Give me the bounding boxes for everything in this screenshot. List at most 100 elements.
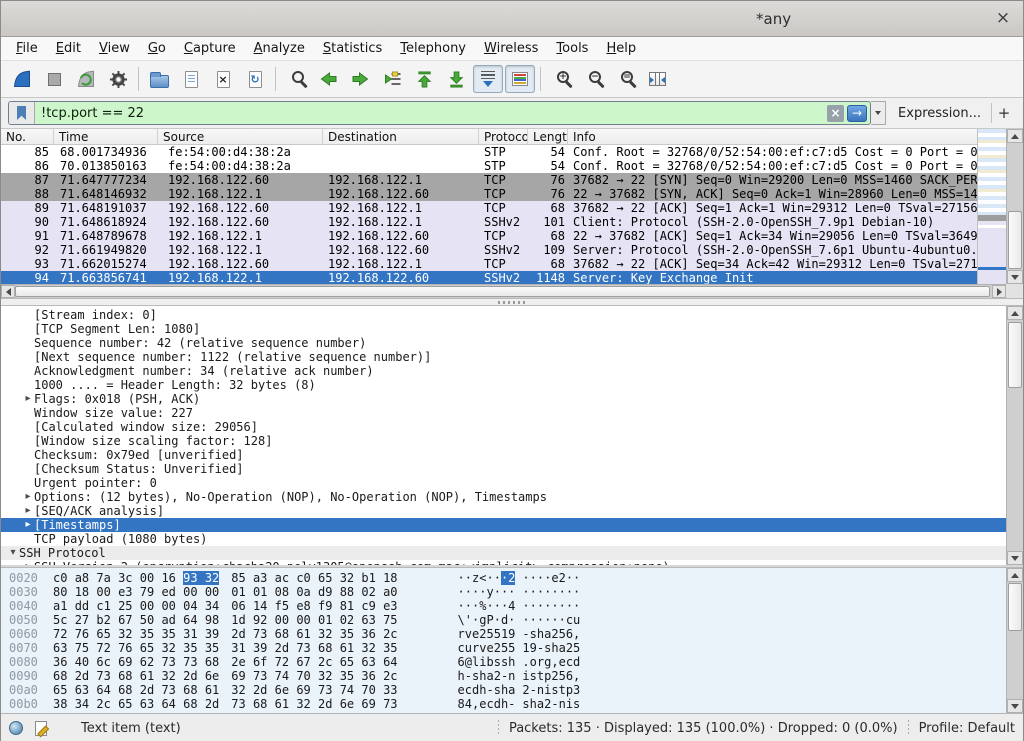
go-last-packet-button[interactable] [441, 65, 471, 93]
packet-list-minimap[interactable] [977, 129, 1006, 284]
column-header-protocol[interactable]: Protocol [479, 129, 528, 144]
detail-line[interactable]: Acknowledgment number: 34 (relative ack … [1, 364, 1006, 378]
scroll-up-icon[interactable] [1007, 306, 1023, 320]
detail-vscrollbar[interactable] [1006, 306, 1023, 565]
go-first-packet-button[interactable] [409, 65, 439, 93]
reload-file-button[interactable]: ↻ [240, 65, 270, 93]
expression-button[interactable]: Expression... [898, 106, 981, 121]
resize-columns-button[interactable] [642, 65, 672, 93]
hex-row-0070[interactable]: 007063 75 72 76 65 32 35 3531 39 2d 73 6… [1, 641, 1006, 655]
hex-row-0050[interactable]: 00505c 27 b2 67 50 ad 64 981d 92 00 00 0… [1, 613, 1006, 627]
detail-line[interactable]: [TCP Segment Len: 1080] [1, 322, 1006, 336]
scroll-up-icon[interactable] [1007, 568, 1023, 582]
packet-row-89[interactable]: 8971.648191037192.168.122.60192.168.122.… [1, 201, 977, 215]
scrollbar-thumb[interactable] [1008, 322, 1022, 388]
expand-arrow-icon[interactable]: ▸ [22, 560, 34, 565]
scrollbar-thumb[interactable] [15, 286, 990, 297]
packet-row-87[interactable]: 8771.647777234192.168.122.60192.168.122.… [1, 173, 977, 187]
column-header-destination[interactable]: Destination [323, 129, 479, 144]
scroll-down-icon[interactable] [1007, 270, 1023, 284]
filter-history-dropdown[interactable] [871, 101, 886, 125]
packet-list-vscrollbar[interactable] [1006, 129, 1023, 284]
titlebar[interactable]: *any × [1, 1, 1023, 37]
capture-options-button[interactable] [103, 65, 133, 93]
detail-line[interactable]: [Checksum Status: Unverified] [1, 462, 1006, 476]
find-packet-button[interactable] [281, 65, 311, 93]
menu-edit[interactable]: Edit [47, 39, 90, 58]
go-forward-button[interactable] [345, 65, 375, 93]
expand-arrow-icon[interactable]: ▸ [22, 518, 34, 532]
detail-line[interactable]: [Next sequence number: 1122 (relative se… [1, 350, 1006, 364]
packet-list-hscrollbar[interactable] [1, 284, 1006, 298]
packet-row-88[interactable]: 8871.648146932192.168.122.1192.168.122.6… [1, 187, 977, 201]
close-icon[interactable]: × [993, 8, 1013, 28]
detail-line[interactable]: 1000 .... = Header Length: 32 bytes (8) [1, 378, 1006, 392]
packet-row-85[interactable]: 8568.001734936fe:54:00:d4:38:2aSTP54Conf… [1, 145, 977, 159]
column-header-source[interactable]: Source [158, 129, 323, 144]
hex-row-00a0[interactable]: 00a065 63 64 68 2d 73 68 6132 2d 6e 69 7… [1, 683, 1006, 697]
hex-row-0030[interactable]: 003080 18 00 e3 79 ed 00 0001 01 08 0a d… [1, 585, 1006, 599]
detail-line[interactable]: ▸Flags: 0x018 (PSH, ACK) [1, 392, 1006, 406]
colorize-button[interactable] [505, 65, 535, 93]
column-header-no[interactable]: No. [1, 129, 54, 144]
display-filter-field[interactable]: !tcp.port == 22 × → [8, 101, 871, 125]
hex-row-0080[interactable]: 008036 40 6c 69 62 73 73 682e 6f 72 67 2… [1, 655, 1006, 669]
expand-arrow-icon[interactable]: ▸ [22, 490, 34, 504]
auto-scroll-button[interactable] [473, 65, 503, 93]
profile-selector[interactable]: Profile: Default [919, 721, 1015, 736]
scroll-up-icon[interactable] [1007, 129, 1023, 143]
scroll-down-icon[interactable] [1007, 551, 1023, 565]
add-filter-button[interactable]: + [992, 104, 1016, 122]
menu-go[interactable]: Go [139, 39, 175, 58]
scrollbar-thumb[interactable] [1008, 211, 1022, 269]
capture-comment-icon[interactable] [35, 721, 47, 736]
detail-line[interactable]: Checksum: 0x79ed [unverified] [1, 448, 1006, 462]
packet-row-93[interactable]: 9371.662015274192.168.122.60192.168.122.… [1, 257, 977, 271]
column-header-length[interactable]: Length [528, 129, 568, 144]
hex-row-00b0[interactable]: 00b038 34 2c 65 63 64 68 2d73 68 61 32 2… [1, 697, 1006, 711]
detail-line[interactable]: [Stream index: 0] [1, 308, 1006, 322]
restart-capture-button[interactable] [71, 65, 101, 93]
menu-analyze[interactable]: Analyze [245, 39, 314, 58]
collapse-arrow-icon[interactable]: ▾ [7, 546, 19, 560]
menu-wireless[interactable]: Wireless [475, 39, 547, 58]
column-header-info[interactable]: Info [568, 129, 977, 144]
start-capture-button[interactable] [7, 65, 37, 93]
packet-row-86[interactable]: 8670.013850163fe:54:00:d4:38:2aSTP54Conf… [1, 159, 977, 173]
menu-telephony[interactable]: Telephony [391, 39, 475, 58]
column-header-time[interactable]: Time [54, 129, 158, 144]
detail-line[interactable]: ▾SSH Protocol [1, 546, 1006, 560]
detail-line[interactable]: Window size value: 227 [1, 406, 1006, 420]
packet-row-92[interactable]: 9271.661949820192.168.122.1192.168.122.6… [1, 243, 977, 257]
hex-row-0090[interactable]: 009068 2d 73 68 61 32 2d 6e69 73 74 70 3… [1, 669, 1006, 683]
menu-capture[interactable]: Capture [175, 39, 245, 58]
hex-vscrollbar[interactable] [1006, 568, 1023, 713]
detail-line[interactable]: [Calculated window size: 29056] [1, 420, 1006, 434]
menu-file[interactable]: File [7, 39, 47, 58]
packet-row-91[interactable]: 9171.648789678192.168.122.1192.168.122.6… [1, 229, 977, 243]
save-file-button[interactable] [176, 65, 206, 93]
zoom-reset-button[interactable]: = [610, 65, 640, 93]
open-file-button[interactable] [144, 65, 174, 93]
detail-line[interactable]: ▸[SEQ/ACK analysis] [1, 504, 1006, 518]
scrollbar-thumb[interactable] [1008, 583, 1022, 631]
filter-input[interactable]: !tcp.port == 22 [35, 102, 827, 124]
detail-line[interactable]: ▸Options: (12 bytes), No-Operation (NOP)… [1, 490, 1006, 504]
packet-row-90[interactable]: 9071.648618924192.168.122.60192.168.122.… [1, 215, 977, 229]
detail-line[interactable]: ▸[Timestamps] [1, 518, 1006, 532]
filter-bookmark-button[interactable] [9, 102, 35, 124]
menu-help[interactable]: Help [597, 39, 645, 58]
scroll-left-icon[interactable] [1, 285, 15, 298]
expand-arrow-icon[interactable]: ▸ [22, 504, 34, 518]
detail-line[interactable]: TCP payload (1080 bytes) [1, 532, 1006, 546]
close-file-button[interactable]: × [208, 65, 238, 93]
expert-info-icon[interactable] [9, 721, 23, 735]
go-back-button[interactable] [313, 65, 343, 93]
menu-tools[interactable]: Tools [547, 39, 597, 58]
menu-view[interactable]: View [90, 39, 139, 58]
filter-apply-button[interactable]: → [847, 105, 867, 122]
zoom-out-button[interactable]: − [578, 65, 608, 93]
packet-row-94[interactable]: 9471.663856741192.168.122.1192.168.122.6… [1, 271, 977, 284]
filter-clear-button[interactable]: × [827, 105, 844, 122]
hex-row-0040[interactable]: 0040a1 dd c1 25 00 00 04 3406 14 f5 e8 f… [1, 599, 1006, 613]
